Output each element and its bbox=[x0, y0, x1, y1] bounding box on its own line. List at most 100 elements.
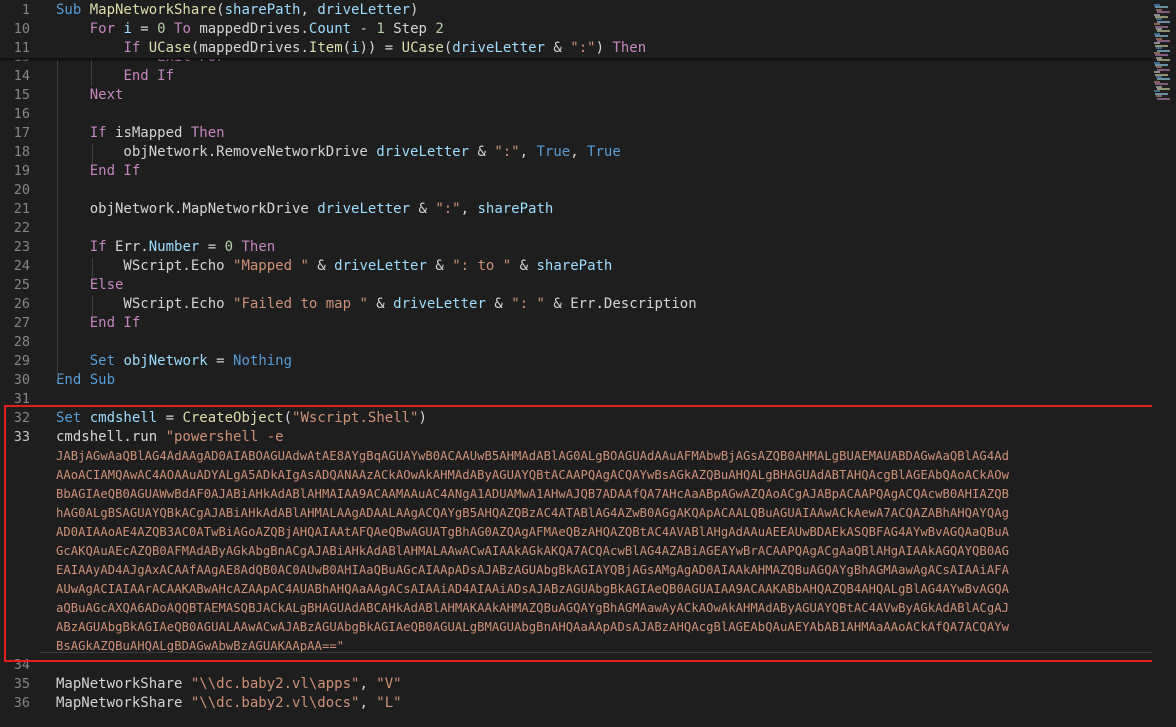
code-line[interactable]: 28 bbox=[0, 333, 1152, 352]
code-token: Else bbox=[89, 277, 124, 293]
code-token: - bbox=[351, 21, 377, 37]
code-line[interactable]: 16 bbox=[0, 105, 1152, 124]
line-number: 26 bbox=[13, 296, 30, 312]
code-token: Number bbox=[148, 239, 200, 255]
code-token: )) = bbox=[359, 40, 402, 56]
code-text: If UCase(mappedDrives.Item(i)) = UCase(d… bbox=[56, 39, 646, 58]
code-text: objNetwork.MapNetworkDrive driveLetter &… bbox=[56, 200, 554, 219]
line-number: 17 bbox=[13, 125, 30, 141]
code-line[interactable]: 24 WScript.Echo "Mapped " & driveLetter … bbox=[0, 257, 1152, 276]
code-text: WScript.Echo "Mapped " & driveLetter & "… bbox=[56, 257, 612, 276]
code-token: & bbox=[308, 258, 335, 274]
line-number: 19 bbox=[13, 163, 30, 179]
code-line[interactable]: 35 MapNetworkShare "\\dc.baby2.vl\apps", … bbox=[0, 675, 1152, 694]
code-text: Set objNetwork = Nothing bbox=[56, 352, 292, 371]
code-token: & bbox=[367, 296, 394, 312]
code-token: objNetwork bbox=[123, 353, 208, 369]
code-line[interactable]: 30 End Sub bbox=[0, 371, 1152, 390]
code-token: ": to " bbox=[452, 258, 512, 274]
code-token: Count bbox=[308, 21, 352, 37]
code-token: , bbox=[359, 676, 377, 692]
code-line[interactable]: 17 If isMapped Then bbox=[0, 124, 1152, 143]
code-line[interactable]: 18 objNetwork.RemoveNetworkDrive driveLe… bbox=[0, 143, 1152, 162]
line-number: 11 bbox=[13, 40, 30, 56]
code-editor[interactable]: 13 Exit For14 End If15 Next1617 If isMap… bbox=[0, 0, 1154, 727]
line-number: 20 bbox=[13, 182, 30, 198]
code-line[interactable]: 26 WScript.Echo "Failed to map " & drive… bbox=[0, 295, 1152, 314]
line-number: 29 bbox=[13, 353, 30, 369]
current-line-indicator bbox=[40, 652, 1152, 653]
code-token: Step bbox=[384, 21, 436, 37]
code-token: i bbox=[351, 40, 360, 56]
code-token: UCase bbox=[148, 40, 191, 56]
code-token: mappedDrives. bbox=[199, 21, 309, 37]
code-text: End Sub bbox=[56, 371, 115, 390]
code-token: Item bbox=[308, 40, 343, 56]
indent-guide bbox=[92, 258, 93, 277]
line-number: 24 bbox=[13, 258, 30, 274]
code-token: "\\dc.baby2.vl\docs" bbox=[190, 695, 360, 711]
code-line[interactable]: 19 End If bbox=[0, 162, 1152, 181]
code-token: If bbox=[123, 40, 149, 56]
code-token: sharePath bbox=[224, 2, 301, 18]
code-token: & bbox=[544, 40, 571, 56]
code-token: = bbox=[207, 353, 234, 369]
code-token: For bbox=[89, 21, 124, 37]
line-number: 27 bbox=[13, 315, 30, 331]
code-token: objNetwork.RemoveNetworkDrive bbox=[56, 144, 377, 160]
code-token: "L" bbox=[376, 695, 402, 711]
code-token: 0 bbox=[224, 239, 234, 255]
code-token: & Err.Description bbox=[544, 296, 697, 312]
code-text: For i = 0 To mappedDrives.Count - 1 Step… bbox=[56, 20, 444, 39]
code-token: driveLetter bbox=[334, 258, 427, 274]
code-line[interactable]: 20 bbox=[0, 181, 1152, 200]
code-token: "Mapped " bbox=[233, 258, 309, 274]
code-line[interactable]: 27 End If bbox=[0, 314, 1152, 333]
code-token: 1 bbox=[376, 21, 385, 37]
code-line[interactable]: 10 For i = 0 To mappedDrives.Count - 1 S… bbox=[0, 20, 1152, 39]
code-token: 2 bbox=[435, 21, 444, 37]
code-token: & bbox=[410, 201, 436, 217]
code-line[interactable]: 25 Else bbox=[0, 276, 1152, 295]
highlight-annotation-box bbox=[4, 405, 1154, 662]
code-line[interactable]: 36 MapNetworkShare "\\dc.baby2.vl\docs", … bbox=[0, 694, 1152, 713]
code-token: MapNetworkShare bbox=[89, 2, 217, 18]
line-number: 10 bbox=[13, 21, 30, 37]
code-token: MapNetworkShare bbox=[56, 695, 191, 711]
code-token: Then bbox=[190, 125, 225, 141]
code-token: driveLetter bbox=[393, 296, 486, 312]
code-line[interactable]: 14 End If bbox=[0, 67, 1152, 86]
code-line[interactable]: 21 objNetwork.MapNetworkDrive driveLette… bbox=[0, 200, 1152, 219]
code-text: Else bbox=[56, 276, 124, 295]
code-line[interactable]: 11 If UCase(mappedDrives.Item(i)) = UCas… bbox=[0, 39, 1152, 58]
code-token: ":" bbox=[435, 201, 461, 217]
indent-guide bbox=[92, 296, 93, 315]
code-text: End If bbox=[56, 67, 174, 86]
minimap[interactable] bbox=[1152, 0, 1176, 727]
code-token: & bbox=[469, 144, 495, 160]
code-token: True bbox=[587, 144, 621, 160]
line-number: 14 bbox=[13, 68, 30, 84]
code-token: WScript.Echo bbox=[56, 296, 234, 312]
code-line[interactable]: 23 If Err.Number = 0 Then bbox=[0, 238, 1152, 257]
code-token: (mappedDrives. bbox=[190, 40, 309, 56]
line-number: 35 bbox=[13, 676, 30, 692]
code-token: Set bbox=[89, 353, 124, 369]
line-number: 18 bbox=[13, 144, 30, 160]
code-line[interactable]: 1 Sub MapNetworkShare(sharePath, driveLet… bbox=[0, 1, 1152, 20]
code-token: End If bbox=[89, 315, 141, 331]
code-line[interactable]: 29 Set objNetwork = Nothing bbox=[0, 352, 1152, 371]
line-number: 28 bbox=[13, 334, 30, 350]
code-line[interactable]: 15 Next bbox=[0, 86, 1152, 105]
line-number: 16 bbox=[13, 106, 30, 122]
code-token: ( bbox=[342, 40, 352, 56]
code-line[interactable]: 22 bbox=[0, 219, 1152, 238]
code-token: Then bbox=[241, 239, 276, 255]
